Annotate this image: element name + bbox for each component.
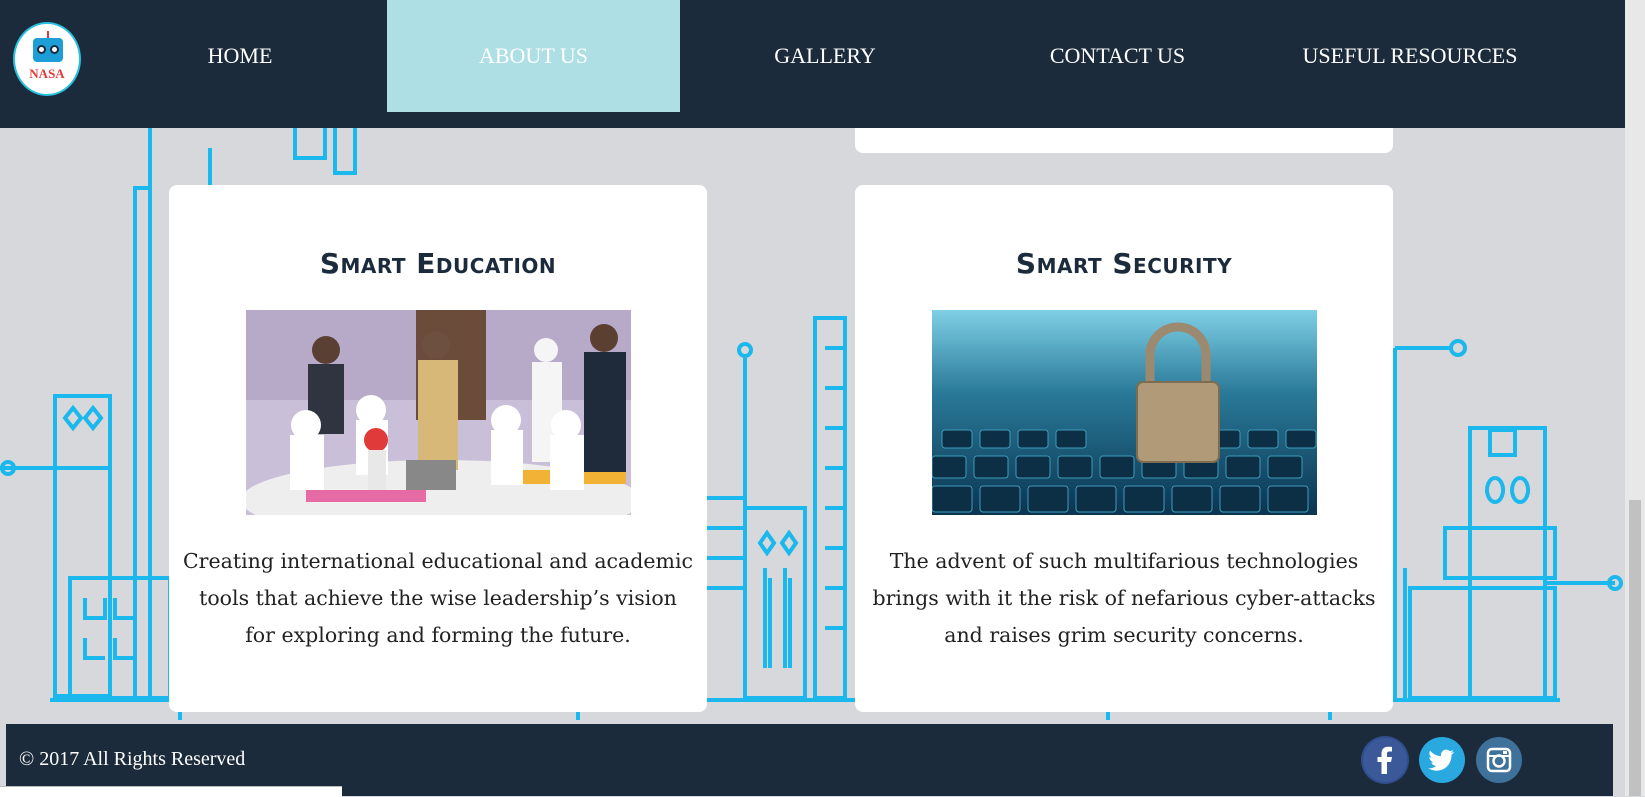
logo-text: NASA <box>29 66 65 81</box>
instagram-icon[interactable] <box>1475 736 1523 784</box>
copyright-text: © 2017 All Rights Reserved <box>19 748 246 770</box>
classroom-robot-photo <box>246 310 631 515</box>
card-title: Smart Education <box>319 247 557 280</box>
nav-gallery[interactable]: GALLERY <box>745 0 905 112</box>
robot-icon <box>33 38 63 62</box>
status-strip <box>0 786 342 797</box>
scrollbar-thumb[interactable] <box>1629 500 1641 796</box>
nav-useful-resources[interactable]: USEFUL RESOURCES <box>1290 0 1530 112</box>
top-navbar: NASA HOME ABOUT US GALLERY CONTACT US US… <box>0 0 1625 128</box>
robot-eye-icon <box>50 45 59 54</box>
card-smart-security: Smart Security The advent of such multif… <box>855 185 1393 712</box>
nav-contact-us[interactable]: CONTACT US <box>1030 0 1205 112</box>
padlock-keyboard-photo <box>932 310 1317 515</box>
card-description: Creating international educational and a… <box>183 549 693 647</box>
card-title: Smart Security <box>1015 247 1233 280</box>
site-logo[interactable]: NASA <box>13 22 81 96</box>
twitter-icon[interactable] <box>1418 736 1466 784</box>
card-description: The advent of such multifarious technolo… <box>872 549 1376 647</box>
robot-eye-icon <box>37 45 46 54</box>
facebook-icon[interactable] <box>1361 736 1409 784</box>
card-smart-education: Smart Education Creating international e… <box>169 185 707 712</box>
nav-about-us[interactable]: ABOUT US <box>387 0 680 112</box>
nav-home[interactable]: HOME <box>180 0 300 112</box>
